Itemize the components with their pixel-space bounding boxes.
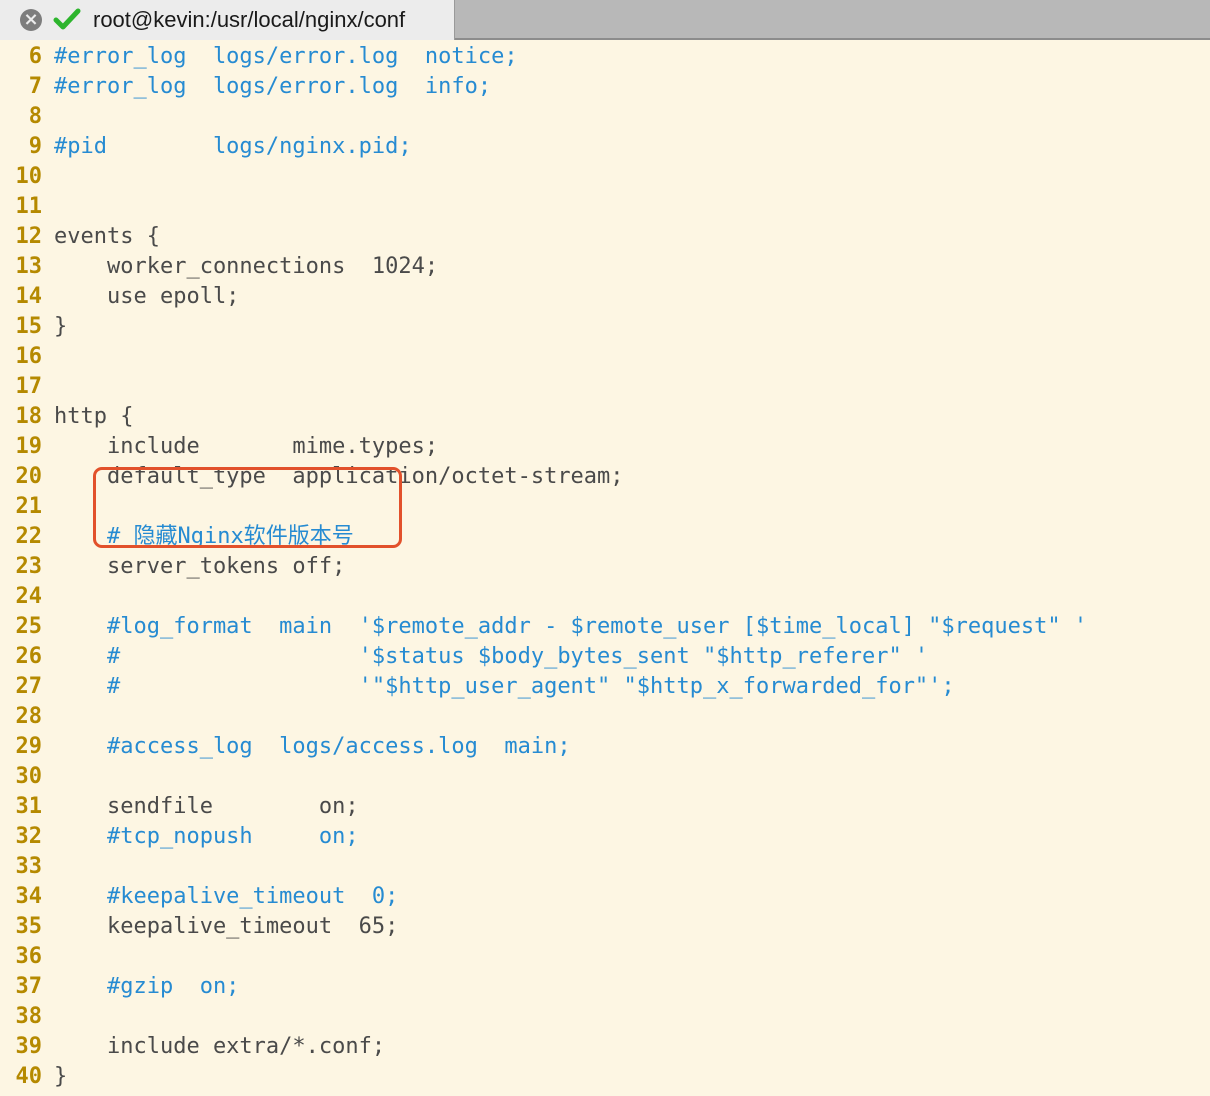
line-number: 34: [15, 884, 43, 909]
line-number: 40: [15, 1064, 43, 1089]
line-number: 29: [15, 734, 43, 759]
code-line: 18 http {: [0, 402, 134, 432]
code-comment: #gzip on;: [54, 974, 240, 999]
code-comment: #keepalive_timeout 0;: [54, 884, 399, 909]
code-line: 28: [0, 702, 54, 732]
code-line: 31 sendfile on;: [0, 792, 359, 822]
terminal-window: × root@kevin:/usr/local/nginx/conf 6 #err…: [0, 0, 1210, 1096]
line-number: 25: [15, 614, 43, 639]
code-text: server_tokens off;: [54, 554, 346, 579]
line-number: 11: [15, 194, 43, 219]
line-number: 7: [28, 74, 42, 99]
code-line: 23 server_tokens off;: [0, 552, 346, 582]
code-line: 38: [0, 1002, 54, 1032]
code-line: 17: [0, 372, 54, 402]
code-line: 36: [0, 942, 54, 972]
line-number: 18: [15, 404, 43, 429]
line-number: 10: [15, 164, 43, 189]
code-line: 40}: [0, 1062, 68, 1092]
line-number: 36: [15, 944, 43, 969]
code-comment: # '"$http_user_agent" "$http_x_forwarded…: [54, 674, 955, 699]
line-number: 15: [15, 314, 43, 339]
code-text: }: [54, 314, 68, 339]
line-number: 8: [28, 104, 42, 129]
line-number: 23: [15, 554, 43, 579]
code-line: 29 #access_log logs/access.log main;: [0, 732, 571, 762]
code-line: 30: [0, 762, 54, 792]
code-line: 11: [0, 192, 54, 222]
line-number: 26: [15, 644, 43, 669]
code-text: }: [54, 1064, 68, 1089]
code-comment: #error_log logs/error.log info;: [54, 74, 492, 99]
checkmark-icon: [53, 8, 81, 30]
code-editor[interactable]: 6 #error_log logs/error.log notice; 7 #erro…: [0, 42, 1210, 1096]
line-number: 39: [15, 1034, 43, 1059]
code-line: 7 #error_log logs/error.log info;: [0, 72, 491, 102]
code-line: 19 include mime.types;: [0, 432, 439, 462]
code-comment: #error_log logs/error.log notice;: [54, 44, 518, 69]
tab-bar: × root@kevin:/usr/local/nginx/conf: [0, 0, 1210, 40]
code-line: 32 #tcp_nopush on;: [0, 822, 359, 852]
line-number: 28: [15, 704, 43, 729]
highlight-annotation-box: [93, 467, 402, 548]
code-line: 34 #keepalive_timeout 0;: [0, 882, 399, 912]
code-line: 16: [0, 342, 54, 372]
line-number: 19: [15, 434, 43, 459]
code-line: 13 worker_connections 1024;: [0, 252, 439, 282]
code-line: 10: [0, 162, 54, 192]
code-line: 9 #pid logs/nginx.pid;: [0, 132, 412, 162]
terminal-tab[interactable]: × root@kevin:/usr/local/nginx/conf: [0, 0, 455, 40]
code-comment: #tcp_nopush on;: [54, 824, 359, 849]
code-line: 14 use epoll;: [0, 282, 240, 312]
code-text: events {: [54, 224, 160, 249]
code-line: 24: [0, 582, 54, 612]
code-comment: #log_format main '$remote_addr - $remote…: [54, 614, 1088, 639]
code-comment: #pid logs/nginx.pid;: [54, 134, 412, 159]
code-line: 12 events {: [0, 222, 160, 252]
code-line: 27 # '"$http_user_agent" "$http_x_forwar…: [0, 672, 955, 702]
line-number: 33: [15, 854, 43, 879]
code-line: 8: [0, 102, 54, 132]
code-text: include extra/*.conf;: [54, 1034, 386, 1059]
code-line: 25 #log_format main '$remote_addr - $rem…: [0, 612, 1088, 642]
code-text: keepalive_timeout 65;: [54, 914, 399, 939]
code-text: use epoll;: [54, 284, 240, 309]
line-number: 9: [28, 134, 42, 159]
line-number: 35: [15, 914, 43, 939]
line-number: 38: [15, 1004, 43, 1029]
line-number: 22: [15, 524, 43, 549]
line-number: 17: [15, 374, 43, 399]
line-number: 20: [15, 464, 43, 489]
line-number: 12: [15, 224, 43, 249]
code-line: 6 #error_log logs/error.log notice;: [0, 42, 518, 72]
line-number: 27: [15, 674, 43, 699]
code-line: 37 #gzip on;: [0, 972, 240, 1002]
code-text: include mime.types;: [54, 434, 439, 459]
line-number: 6: [28, 44, 42, 69]
code-text: sendfile on;: [54, 794, 359, 819]
code-comment: # '$status $body_bytes_sent "$http_refer…: [54, 644, 929, 669]
code-line: 26 # '$status $body_bytes_sent "$http_re…: [0, 642, 929, 672]
code-line: 39 include extra/*.conf;: [0, 1032, 386, 1062]
tab-title: root@kevin:/usr/local/nginx/conf: [93, 7, 406, 32]
code-line: 35 keepalive_timeout 65;: [0, 912, 399, 942]
line-number: 24: [15, 584, 43, 609]
line-number: 16: [15, 344, 43, 369]
line-number: 14: [15, 284, 43, 309]
line-number: 13: [15, 254, 43, 279]
code-line: 33: [0, 852, 54, 882]
code-line: 21: [0, 492, 54, 522]
line-number: 31: [15, 794, 43, 819]
code-text: http {: [54, 404, 134, 429]
code-line: 15}: [0, 312, 68, 342]
close-tab-icon[interactable]: ×: [20, 9, 42, 31]
line-number: 37: [15, 974, 43, 999]
line-number: 21: [15, 494, 43, 519]
code-comment: #access_log logs/access.log main;: [54, 734, 571, 759]
code-text: worker_connections 1024;: [54, 254, 439, 279]
line-number: 32: [15, 824, 43, 849]
line-number: 30: [15, 764, 43, 789]
